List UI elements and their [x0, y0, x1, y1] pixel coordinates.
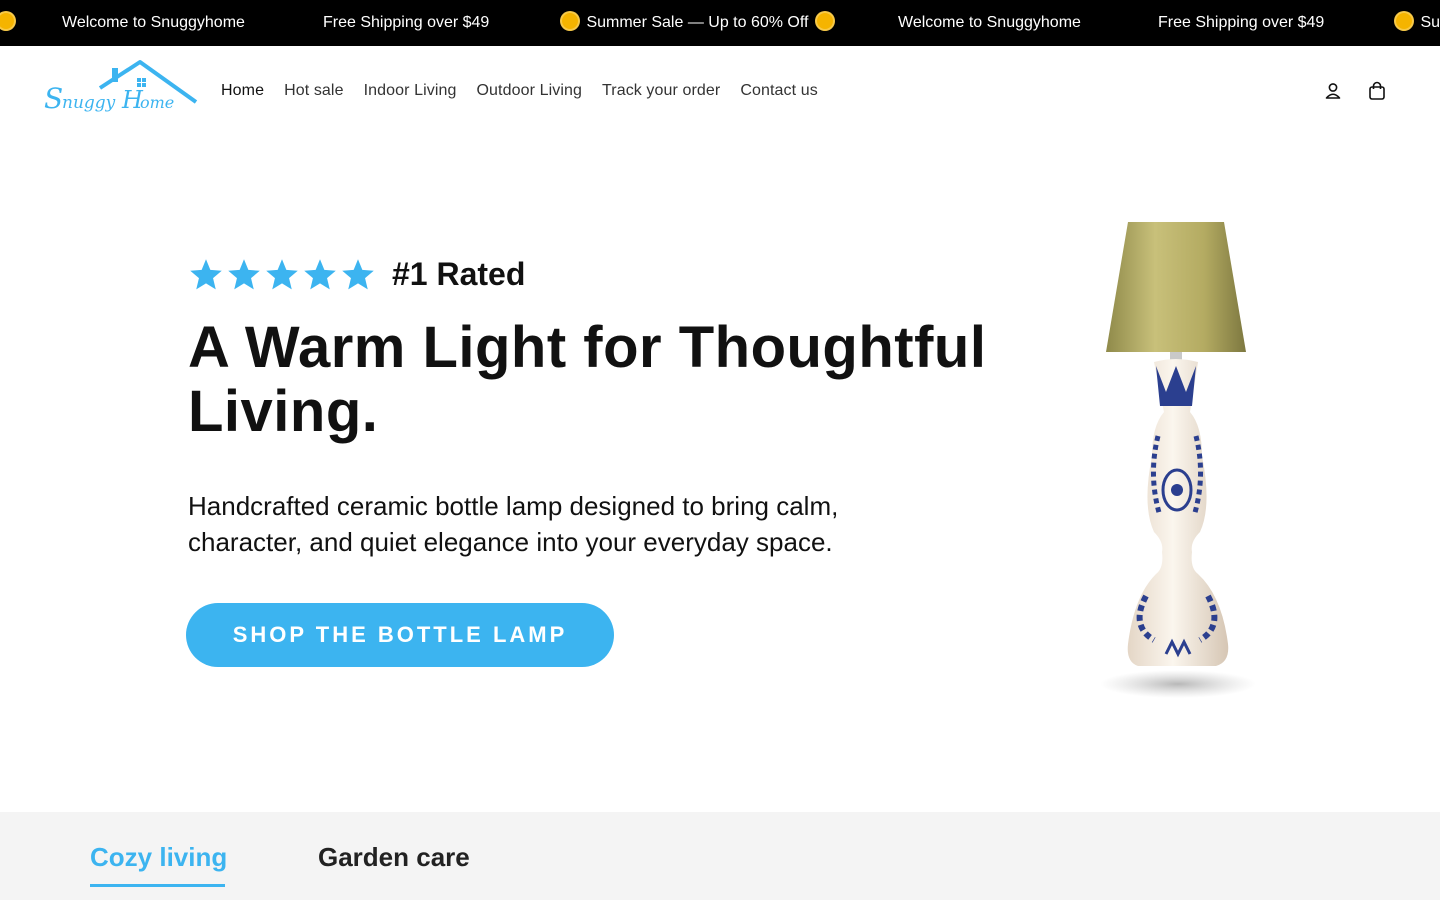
announcement-track: Welcome to Snuggyhome Free Shipping over… [0, 0, 1440, 46]
hero-section: #1 Rated A Warm Light for Thoughtful Liv… [0, 136, 1440, 812]
star-icon [190, 258, 222, 289]
svg-text:ome: ome [140, 93, 174, 112]
sun-icon [562, 13, 578, 29]
announcement-item-sale: Summer Sale — Up to 60% Off [558, 0, 837, 46]
nav-indoor-living[interactable]: Indoor Living [364, 82, 457, 100]
announcement-item: Free Shipping over $49 [323, 14, 490, 31]
collection-tabs: Cozy living Garden care [0, 812, 1440, 900]
active-tab-indicator [90, 884, 225, 887]
site-logo[interactable]: S nuggy H ome [42, 58, 198, 116]
hero-subtext: Handcrafted ceramic bottle lamp designed… [188, 491, 839, 557]
nav-contact-us[interactable]: Contact us [740, 82, 817, 100]
nav-hot-sale[interactable]: Hot sale [284, 82, 344, 100]
main-nav: Home Hot sale Indoor Living Outdoor Livi… [221, 46, 838, 136]
rating-label: #1 Rated [392, 256, 526, 292]
hero-headline: A Warm Light for Thoughtful Living. [188, 315, 987, 444]
announcement-item: Welcome to Snuggyhome [898, 14, 1081, 31]
nav-track-order[interactable]: Track your order [602, 82, 720, 100]
account-icon[interactable] [1322, 80, 1344, 102]
tab-garden-care[interactable]: Garden care [318, 842, 470, 873]
logo-house-icon: S nuggy H ome [44, 60, 198, 115]
star-icon [266, 258, 298, 289]
nav-outdoor-living[interactable]: Outdoor Living [477, 82, 582, 100]
bottle-lamp-image [1090, 216, 1260, 706]
sun-icon [816, 13, 833, 29]
star-icon [342, 258, 374, 289]
announcement-bar: Welcome to Snuggyhome Free Shipping over… [0, 0, 1440, 46]
cart-icon[interactable] [1366, 80, 1388, 102]
star-icon [228, 258, 260, 289]
tab-cozy-living[interactable]: Cozy living [90, 842, 227, 873]
nav-home[interactable]: Home [221, 82, 264, 100]
sun-icon [1396, 13, 1412, 29]
svg-text:nuggy: nuggy [62, 93, 116, 113]
site-header: S nuggy H ome Home Hot sale Indoor Livin… [0, 46, 1440, 136]
shop-bottle-lamp-button[interactable]: SHOP THE BOTTLE LAMP [186, 603, 614, 667]
announcement-item: Free Shipping over $49 [1158, 14, 1325, 31]
rating-stars [188, 257, 378, 293]
svg-text:S: S [44, 82, 63, 115]
announcement-item-partial: Sum [1392, 0, 1440, 46]
sun-icon [0, 0, 18, 46]
announcement-item: Welcome to Snuggyhome [62, 14, 245, 31]
rating-row: #1 Rated [188, 256, 525, 293]
star-icon [304, 258, 336, 289]
